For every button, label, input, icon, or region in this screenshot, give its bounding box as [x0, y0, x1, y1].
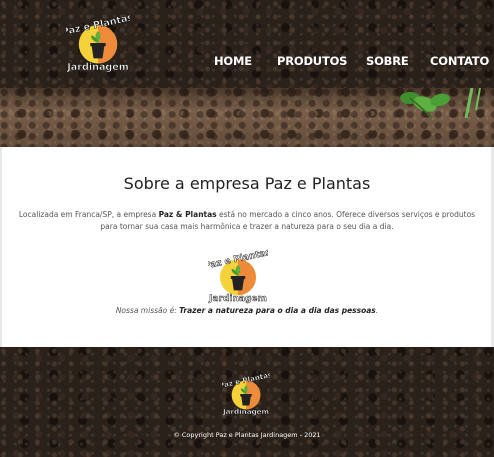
nav-home-link[interactable]: HOME [214, 54, 252, 68]
about-intro-text: Localizada em Franca/SP, a empresa [18, 210, 159, 219]
mission-text: Trazer a natureza para o dia a dia das p… [179, 306, 376, 315]
logo-text-bottom: Jardinagem [222, 407, 269, 416]
copyright-text: © Copyright Paz e Plantas Jardinagem - 2… [173, 431, 321, 439]
nav-contato-link[interactable]: CONTATO [430, 54, 489, 68]
page-title: Sobre a empresa Paz e Plantas [123, 174, 371, 193]
about-paragraph: Localizada em Franca/SP, a empresa Paz &… [12, 209, 482, 233]
sprout-plant-icon [400, 88, 481, 119]
content-border-left [0, 147, 2, 347]
site-header: Paz e Plantas Jardinagem HOME PRODUTOS S… [0, 0, 494, 88]
mission-end: . [375, 306, 379, 315]
nav-sobre-link[interactable]: SOBRE [366, 54, 409, 68]
logo: Paz e Plantas Jardinagem [208, 247, 268, 304]
site-footer: Paz e Plantas Jardinagem © Copyright Paz… [0, 347, 494, 457]
company-name: Paz & Plantas [158, 210, 217, 219]
main-nav: HOME PRODUTOS SOBRE CONTATO [0, 54, 494, 72]
mission-label: Nossa missão é: [115, 306, 180, 315]
nav-produtos-link[interactable]: PRODUTOS [277, 54, 347, 68]
hero-banner [0, 88, 494, 147]
mission-statement: Nossa missão é: Trazer a natureza para o… [0, 306, 494, 315]
logo: Paz e Plantas Jardinagem [222, 371, 270, 416]
about-section: Sobre a empresa Paz e Plantas Localizada… [0, 147, 494, 347]
logo-text-bottom: Jardinagem [208, 294, 267, 304]
